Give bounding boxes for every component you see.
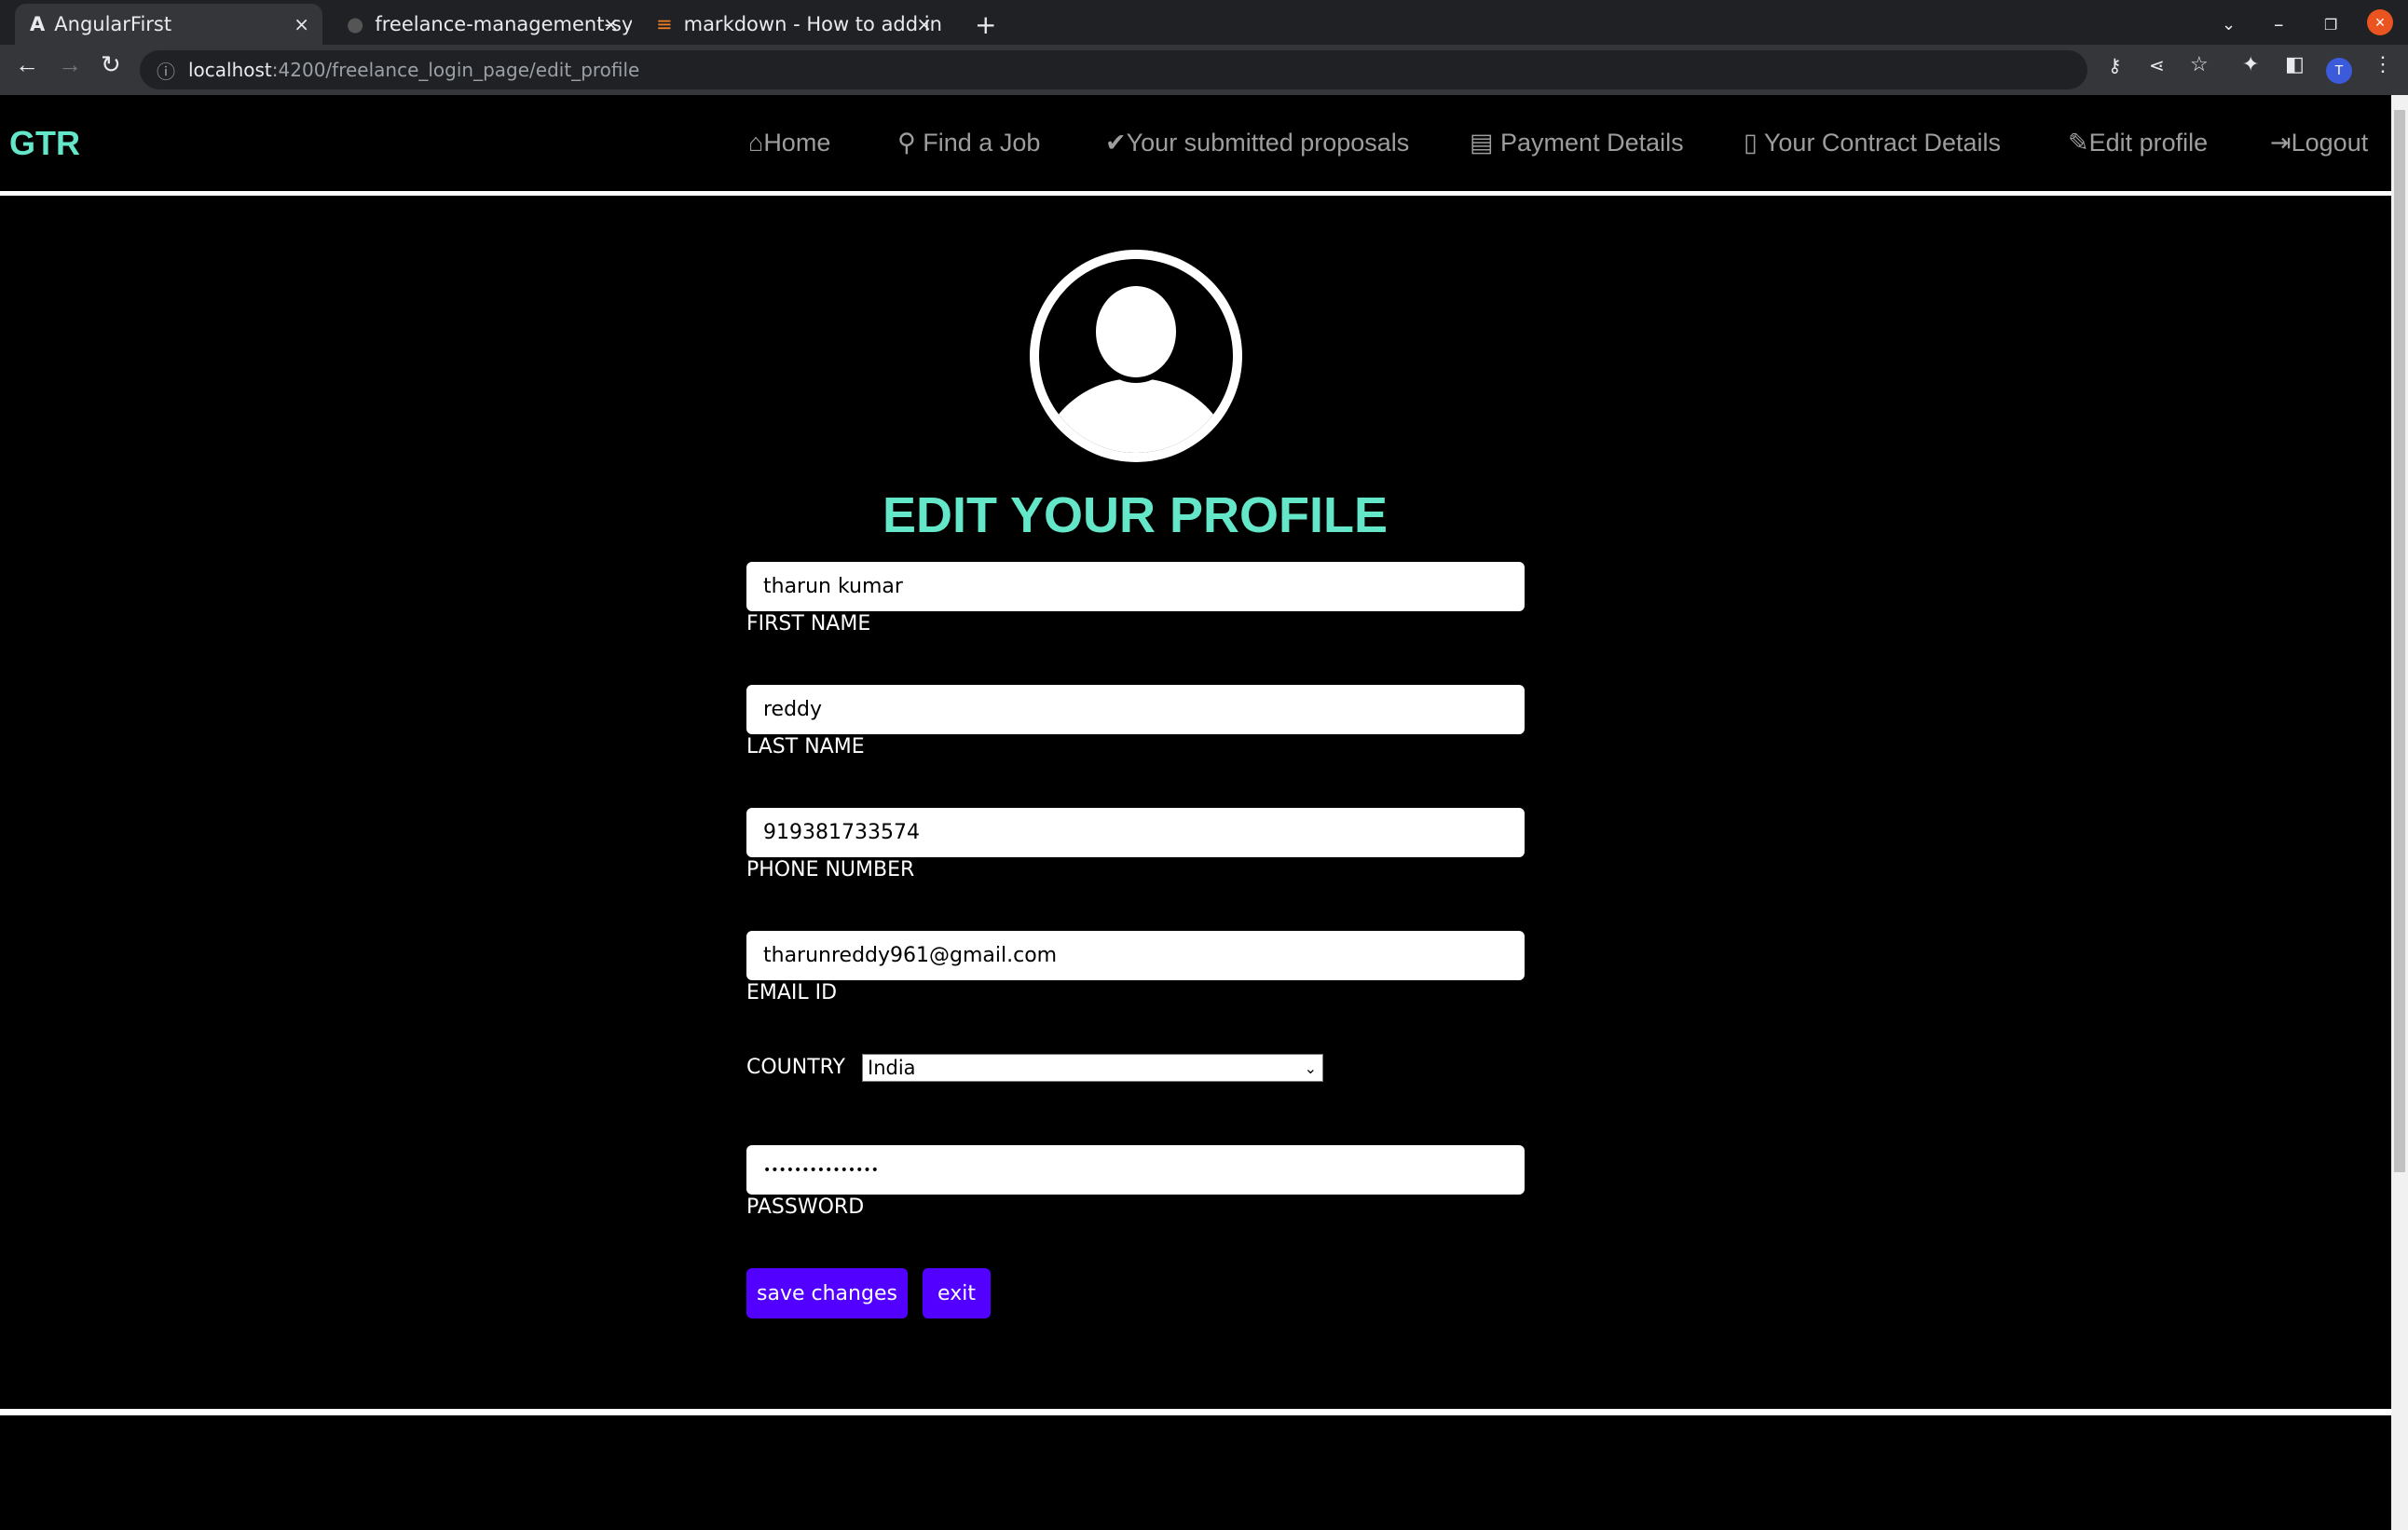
last-name-label: LAST NAME [746, 735, 865, 758]
restore-button[interactable]: ❐ [2309, 4, 2352, 45]
logout-icon: ⇥ [2270, 129, 2292, 157]
nav-edit-profile[interactable]: ✎Edit profile [2068, 129, 2208, 157]
angular-icon: A [30, 13, 46, 35]
country-select[interactable]: India ⌄ [862, 1054, 1323, 1082]
country-value: India [868, 1057, 916, 1079]
brand-logo[interactable]: GTR [9, 124, 80, 163]
tab-title: AngularFirst [54, 13, 172, 35]
header-divider [0, 191, 2391, 196]
scrollbar[interactable] [2391, 95, 2408, 1530]
search-icon: ⚲ [897, 129, 924, 157]
country-label: COUNTRY [746, 1056, 845, 1079]
forward-icon[interactable]: → [58, 50, 82, 79]
page-title: EDIT YOUR PROFILE [882, 487, 1389, 543]
credit-card-icon: ▤ [1470, 129, 1501, 157]
close-tab-icon[interactable]: × [603, 13, 619, 35]
reload-icon[interactable]: ↻ [101, 50, 121, 79]
file-icon: ▯ [1744, 129, 1764, 157]
nav-label: Your Contract Details [1763, 129, 2002, 157]
password-label: PASSWORD [746, 1195, 865, 1219]
info-icon: ⓘ [157, 60, 175, 83]
menu-icon[interactable]: ⋮ [2373, 52, 2393, 76]
stackoverflow-icon: ≡ [656, 13, 673, 35]
nav-label: Payment Details [1500, 129, 1684, 157]
back-icon[interactable]: ← [15, 50, 39, 79]
first-name-input[interactable]: tharun kumar [746, 562, 1525, 611]
nav-home[interactable]: ⌂Home [748, 129, 830, 157]
email-input[interactable]: tharunreddy961@gmail.com [746, 931, 1525, 980]
edit-icon: ✎ [2068, 129, 2089, 157]
extensions-icon[interactable]: ✦ [2242, 52, 2259, 76]
address-bar: ← → ↻ ⓘ localhost:4200/freelance_login_pa… [0, 45, 2408, 95]
github-icon: ● [347, 13, 364, 35]
save-changes-button[interactable]: save changes [746, 1268, 908, 1318]
key-icon[interactable]: ⚷ [2108, 54, 2122, 77]
tab-angularfirst[interactable]: A AngularFirst × [15, 4, 322, 45]
nav-submitted-proposals[interactable]: ✔Your submitted proposals [1105, 129, 1409, 157]
nav-logout[interactable]: ⇥Logout [2270, 129, 2368, 157]
profile-avatar[interactable]: T [2326, 58, 2352, 84]
phone-number-label: PHONE NUMBER [746, 858, 915, 881]
nav-label: Home [763, 129, 831, 157]
email-label: EMAIL ID [746, 981, 838, 1004]
scrollbar-thumb[interactable] [2394, 110, 2405, 1172]
first-name-label: FIRST NAME [746, 612, 871, 635]
last-name-input[interactable]: reddy [746, 685, 1525, 734]
minimize-button[interactable]: – [2259, 4, 2299, 45]
tab-title: markdown - How to add in [683, 13, 942, 35]
star-icon[interactable]: ☆ [2190, 52, 2209, 76]
phone-number-input[interactable]: 919381733574 [746, 808, 1525, 857]
close-tab-icon[interactable]: × [294, 13, 309, 35]
tab-title: freelance-management-sy [375, 13, 632, 35]
nav-label: Edit profile [2088, 129, 2209, 157]
exit-button[interactable]: exit [923, 1268, 991, 1318]
close-window-button[interactable]: × [2367, 9, 2393, 35]
tab-github[interactable]: ● freelance-management-sy × [332, 4, 632, 45]
check-icon: ✔ [1105, 129, 1127, 157]
footer-divider [0, 1409, 2391, 1415]
side-panel-icon[interactable]: ◧ [2285, 52, 2305, 76]
url-host: localhost [188, 59, 272, 81]
home-icon: ⌂ [748, 129, 764, 157]
close-tab-icon[interactable]: × [916, 13, 932, 35]
new-tab-button[interactable]: + [960, 4, 1011, 45]
url-input[interactable]: ⓘ localhost:4200/freelance_login_page/edi… [140, 50, 2087, 89]
share-icon[interactable]: ⋖ [2149, 54, 2165, 77]
nav-label: Logout [2291, 129, 2369, 157]
chevron-down-icon: ⌄ [1304, 1059, 1317, 1077]
nav-find-job[interactable]: ⚲ Find a Job [897, 129, 1040, 157]
browser-tab-bar: A AngularFirst × ● freelance-management-sy ×… [0, 0, 2408, 45]
password-input[interactable]: ••••••••••••••• [746, 1145, 1525, 1195]
tab-search-icon[interactable]: ⌄ [2207, 4, 2251, 45]
tab-stackoverflow[interactable]: ≡ markdown - How to add in × [641, 4, 945, 45]
url-path: :4200/freelance_login_page/edit_profile [271, 59, 640, 81]
nav-contract-details[interactable]: ▯ Your Contract Details [1744, 129, 2001, 157]
user-avatar-icon [1030, 250, 1242, 462]
nav-label: Find a Job [923, 129, 1041, 157]
nav-payment-details[interactable]: ▤ Payment Details [1470, 129, 1684, 157]
nav-label: Your submitted proposals [1126, 129, 1410, 157]
